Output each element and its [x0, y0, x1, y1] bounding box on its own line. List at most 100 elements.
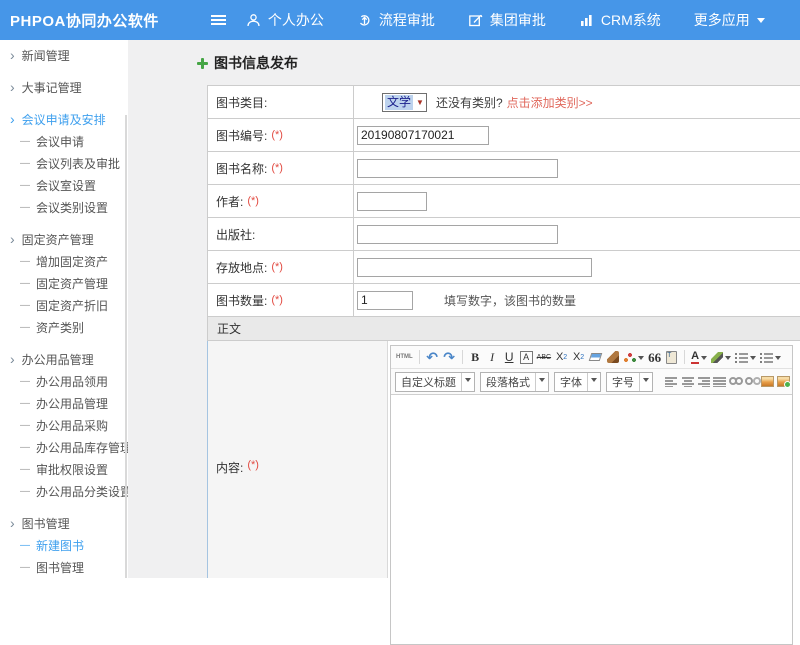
paragraph-format-select[interactable]: 段落格式	[480, 372, 549, 392]
sidebar-item-new-book[interactable]: 新建图书	[0, 534, 128, 556]
nav-workflow-approval[interactable]: 流程审批	[357, 10, 435, 30]
font-color-button[interactable]: A	[691, 349, 707, 365]
paste-text-icon[interactable]: T	[665, 349, 678, 365]
sidebar-group-book-management[interactable]: 图书管理	[0, 512, 128, 534]
redo-icon[interactable]: ↷	[443, 349, 456, 365]
sidebar: 新闻管理 大事记管理 会议申请及安排 会议申请 会议列表及审批 会议室设置 会议…	[0, 40, 128, 578]
editor-content-area[interactable]	[391, 395, 792, 644]
sidebar-item-add-fixed-asset[interactable]: 增加固定资产	[0, 250, 128, 272]
sidebar-item-meeting-room-settings[interactable]: 会议室设置	[0, 174, 128, 196]
subscript-base: X	[573, 352, 580, 363]
ordered-list-icon[interactable]	[735, 349, 756, 365]
upload-image-icon[interactable]	[777, 374, 790, 390]
sidebar-group-news-management[interactable]: 新闻管理	[0, 44, 128, 66]
sidebar-item-book-management[interactable]: 图书管理	[0, 556, 128, 578]
sidebar-item-label: 办公用品采购	[36, 417, 108, 434]
subscript-exp: 2	[580, 354, 584, 361]
sidebar-item-label: 办公用品管理	[36, 395, 108, 412]
sidebar-item-fixed-asset-depreciation[interactable]: 固定资产折旧	[0, 294, 128, 316]
sidebar-item-fixed-asset-management[interactable]: 固定资产管理	[0, 272, 128, 294]
quantity-label: 图书数量:	[216, 292, 267, 309]
background-color-pen-icon[interactable]	[711, 349, 731, 365]
nav-group-approval[interactable]: 集团审批	[468, 10, 546, 30]
book-name-input[interactable]	[357, 159, 558, 178]
align-justify-icon[interactable]	[713, 374, 726, 390]
format-brush-icon[interactable]	[606, 349, 619, 365]
location-input[interactable]	[357, 258, 592, 277]
content-label: 内容:	[216, 459, 243, 476]
sidebar-item-label: 办公用品管理	[22, 351, 94, 368]
quantity-input[interactable]	[357, 291, 413, 310]
sidebar-item-supplies-category-settings[interactable]: 办公用品分类设置	[0, 480, 128, 502]
sidebar-group-meeting-apply[interactable]: 会议申请及安排	[0, 108, 128, 130]
remove-link-icon[interactable]	[745, 377, 758, 386]
sidebar-group-office-supplies[interactable]: 办公用品管理	[0, 348, 128, 370]
author-input[interactable]	[357, 192, 427, 211]
sidebar-group-memorabilia-management[interactable]: 大事记管理	[0, 76, 128, 98]
sidebar-item-label: 会议申请	[36, 133, 84, 150]
sidebar-item-supplies-inventory[interactable]: 办公用品库存管理	[0, 436, 128, 458]
content-value-cell: HTML ↶ ↷ B I U A ABC X2 X2 66 T	[388, 341, 800, 578]
dropdown-caret-icon	[725, 356, 731, 363]
form-row-location: 存放地点:(*)	[208, 251, 800, 284]
category-select[interactable]: 文学 ▼	[382, 93, 427, 112]
superscript-exp: 2	[563, 354, 567, 361]
nav-more-apps[interactable]: 更多应用	[694, 10, 765, 30]
content-row: 内容:(*) HTML ↶ ↷ B I U A ABC X2 X2	[207, 341, 800, 578]
publisher-input[interactable]	[357, 225, 558, 244]
nav-personal-office[interactable]: 个人办公	[246, 10, 324, 30]
italic-button[interactable]: I	[486, 349, 499, 365]
hamburger-menu-icon[interactable]	[211, 15, 226, 25]
sidebar-scrollbar[interactable]	[125, 115, 127, 578]
undo-icon[interactable]: ↶	[426, 349, 439, 365]
custom-title-select[interactable]: 自定义标题	[395, 372, 475, 392]
bold-button[interactable]: B	[469, 349, 482, 365]
nav-crm-system[interactable]: CRM系统	[579, 10, 661, 30]
add-category-link[interactable]: 点击添加类别>>	[507, 94, 593, 111]
toolbar-divider	[419, 350, 420, 364]
sidebar-item-supplies-management[interactable]: 办公用品管理	[0, 392, 128, 414]
location-label: 存放地点:	[216, 259, 267, 276]
font-size-select[interactable]: 字号	[606, 372, 653, 392]
insert-link-icon[interactable]	[729, 377, 742, 386]
category-selected-value: 文学	[385, 95, 413, 110]
sidebar-item-meeting-apply[interactable]: 会议申请	[0, 130, 128, 152]
nav-label: 流程审批	[379, 10, 435, 30]
superscript-base: X	[556, 352, 563, 363]
unordered-list-icon[interactable]	[760, 349, 781, 365]
underline-button[interactable]: U	[503, 349, 516, 365]
sidebar-item-approval-permission-settings[interactable]: 审批权限设置	[0, 458, 128, 480]
sidebar-item-supplies-purchase[interactable]: 办公用品采购	[0, 414, 128, 436]
sidebar-item-supplies-requisition[interactable]: 办公用品领用	[0, 370, 128, 392]
sidebar-item-meeting-list-approval[interactable]: 会议列表及审批	[0, 152, 128, 174]
sidebar-item-asset-category[interactable]: 资产类别	[0, 316, 128, 338]
sidebar-item-meeting-category-settings[interactable]: 会议类别设置	[0, 196, 128, 218]
blockquote-button[interactable]: 66	[648, 349, 661, 365]
nav-label: 个人办公	[268, 10, 324, 30]
editor-toolbar-row1: HTML ↶ ↷ B I U A ABC X2 X2 66 T	[391, 346, 792, 369]
subscript-button[interactable]: X2	[572, 349, 585, 365]
user-icon	[246, 13, 261, 28]
book-number-input[interactable]	[357, 126, 489, 145]
required-mark: (*)	[271, 129, 283, 141]
sidebar-group-fixed-assets[interactable]: 固定资产管理	[0, 228, 128, 250]
align-right-icon[interactable]	[697, 374, 710, 390]
border-text-button[interactable]: A	[520, 351, 533, 364]
highlight-color-icon[interactable]	[623, 349, 644, 365]
strikethrough-button[interactable]: ABC	[537, 349, 551, 365]
source-code-button[interactable]: HTML	[396, 349, 413, 365]
sidebar-item-label: 会议列表及审批	[36, 155, 120, 172]
form-row-publisher: 出版社:	[208, 218, 800, 251]
app-logo: PHPOA协同办公软件	[10, 10, 159, 31]
font-family-select[interactable]: 字体	[554, 372, 601, 392]
align-center-icon[interactable]	[681, 374, 694, 390]
sidebar-item-label: 图书管理	[22, 515, 70, 532]
insert-image-icon[interactable]	[761, 374, 774, 390]
align-left-icon[interactable]	[665, 374, 678, 390]
form-row-book-number: 图书编号:(*)	[208, 119, 800, 152]
eraser-icon[interactable]	[589, 349, 602, 365]
editor-toolbar-row2: 自定义标题 段落格式 字体 字号	[391, 369, 792, 395]
book-name-label: 图书名称:	[216, 160, 267, 177]
nav-label: 集团审批	[490, 10, 546, 30]
superscript-button[interactable]: X2	[555, 349, 568, 365]
